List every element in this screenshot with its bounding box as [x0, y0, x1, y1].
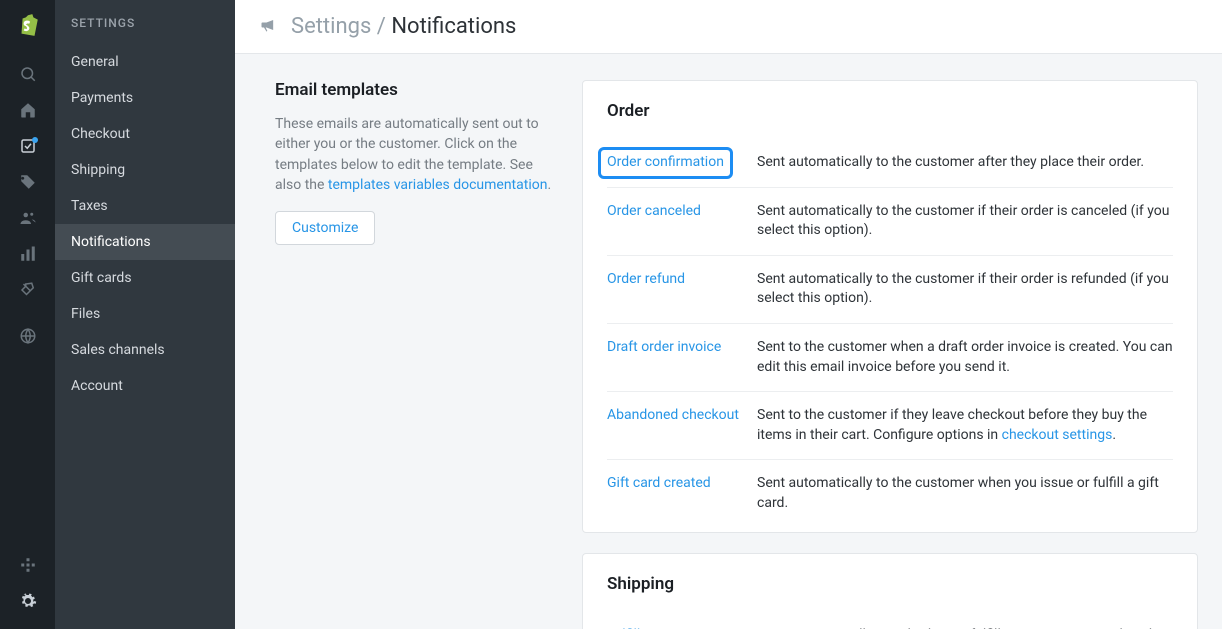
intro-body: These emails are automatically sent out … — [275, 114, 560, 195]
template-link[interactable]: Draft order invoice — [607, 339, 721, 355]
template-row: Order confirmationSent automatically to … — [607, 139, 1173, 187]
subnav-heading: SETTINGS — [55, 6, 235, 44]
megaphone-icon — [259, 15, 279, 39]
customers-icon[interactable] — [0, 200, 55, 236]
iconbar — [0, 0, 55, 629]
subnav-item-taxes[interactable]: Taxes — [55, 188, 235, 224]
subnav-item-gift-cards[interactable]: Gift cards — [55, 260, 235, 296]
template-row: Draft order invoice Sent to the customer … — [607, 323, 1173, 391]
inline-link[interactable]: checkout settings — [1002, 427, 1113, 443]
shopify-logo[interactable] — [15, 12, 41, 38]
subnav-item-shipping[interactable]: Shipping — [55, 152, 235, 188]
subnav-item-general[interactable]: General — [55, 44, 235, 80]
template-link[interactable]: Order canceled — [607, 203, 701, 219]
notification-dot — [32, 137, 38, 143]
section-order: OrderOrder confirmationSent automaticall… — [582, 80, 1198, 533]
subnav-item-payments[interactable]: Payments — [55, 80, 235, 116]
subnav-item-checkout[interactable]: Checkout — [55, 116, 235, 152]
template-row: Gift card created Sent automatically to t… — [607, 459, 1173, 527]
subnav-item-notifications[interactable]: Notifications — [55, 224, 235, 260]
template-row: Abandoned checkout Sent to the customer i… — [607, 391, 1173, 459]
template-desc: Sent automatically to a third-party fulf… — [757, 626, 1173, 629]
search-icon[interactable] — [0, 56, 55, 92]
orders-icon[interactable] — [0, 128, 55, 164]
settings-icon[interactable] — [0, 583, 55, 619]
settings-subnav: SETTINGS GeneralPaymentsCheckoutShipping… — [55, 0, 235, 629]
template-row: Order canceled Sent automatically to the … — [607, 187, 1173, 255]
page-header: Settings / Notifications — [235, 0, 1222, 54]
section-title: Order — [607, 101, 1173, 121]
section-title: Shipping — [607, 574, 1173, 594]
template-sections: OrderOrder confirmationSent automaticall… — [582, 80, 1198, 629]
main: Settings / Notifications Email templates… — [235, 0, 1222, 629]
template-desc: Sent automatically to the customer if th… — [757, 270, 1173, 309]
template-desc: Sent automatically to the customer when … — [757, 474, 1173, 513]
breadcrumb: Settings / Notifications — [291, 14, 516, 39]
subnav-item-account[interactable]: Account — [55, 368, 235, 404]
template-desc: Sent automatically to the customer if th… — [757, 202, 1173, 241]
subnav-item-files[interactable]: Files — [55, 296, 235, 332]
discounts-icon[interactable] — [0, 272, 55, 308]
home-icon[interactable] — [0, 92, 55, 128]
template-row: Order refund Sent automatically to the cu… — [607, 255, 1173, 323]
subnav-item-sales-channels[interactable]: Sales channels — [55, 332, 235, 368]
template-link[interactable]: Gift card created — [607, 475, 711, 491]
apps-icon[interactable] — [0, 547, 55, 583]
template-link[interactable]: Order confirmation — [598, 147, 733, 179]
analytics-icon[interactable] — [0, 236, 55, 272]
template-row: Fulfillment requestSent automatically to… — [607, 612, 1173, 629]
breadcrumb-current: Notifications — [391, 14, 516, 39]
section-shipping: Shipping Fulfillment requestSent automati… — [582, 553, 1198, 629]
tag-icon[interactable] — [0, 164, 55, 200]
intro-panel: Email templates These emails are automat… — [275, 80, 560, 629]
templates-docs-link[interactable]: templates variables documentation — [328, 177, 548, 193]
template-desc: Sent to the customer when a draft order … — [757, 338, 1173, 377]
template-desc: Sent automatically to the customer after… — [757, 153, 1173, 173]
intro-title: Email templates — [275, 80, 560, 100]
breadcrumb-parent[interactable]: Settings — [291, 14, 371, 39]
content: Email templates These emails are automat… — [235, 54, 1222, 629]
customize-button[interactable]: Customize — [275, 211, 375, 245]
template-link[interactable]: Abandoned checkout — [607, 407, 739, 423]
online-store-icon[interactable] — [0, 318, 55, 354]
template-desc: Sent to the customer if they leave check… — [757, 406, 1173, 445]
template-link[interactable]: Order refund — [607, 271, 685, 287]
